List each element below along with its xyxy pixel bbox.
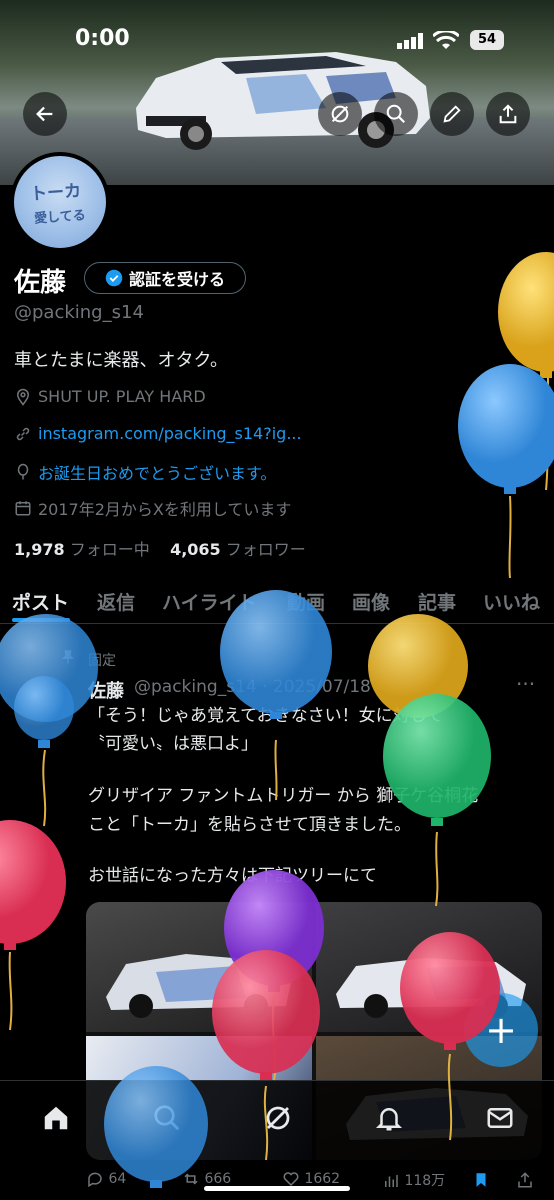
post-text-line-4: こと「トーカ」を貼らさせて頂きました。	[88, 815, 411, 835]
balloon-red-left	[0, 820, 66, 1031]
avatar-text-1: トーカ	[29, 181, 82, 205]
share-icon	[499, 104, 517, 124]
avatar[interactable]: トーカ 愛してる	[10, 152, 110, 252]
followers-link[interactable]: 4,065 フォロワー	[170, 540, 306, 559]
share-button[interactable]	[486, 92, 530, 136]
tab-articles[interactable]: 記事	[418, 588, 456, 615]
link-text[interactable]: instagram.com/packing_s14?ig...	[38, 424, 302, 443]
share-icon[interactable]	[516, 1170, 534, 1190]
tab-videos[interactable]: 動画	[287, 588, 325, 615]
home-icon[interactable]	[41, 1103, 71, 1133]
tab-replies[interactable]: 返信	[97, 588, 135, 615]
location-pin-icon	[16, 388, 30, 406]
followers-label: フォロワー	[225, 540, 306, 559]
post-text-line-5: お世話になった方々は下記ツリーにて	[88, 866, 377, 886]
signal-icon	[397, 33, 423, 49]
post-text-line-3: グリザイア ファントムトリガー から 獅子ケ谷桐花	[88, 786, 479, 806]
views-button[interactable]: 118万	[382, 1170, 445, 1190]
battery-indicator: 54	[470, 30, 504, 50]
get-verified-label: 認証を受ける	[128, 270, 225, 289]
following-count: 1,978	[14, 540, 65, 559]
following-link[interactable]: 1,978 フォロー中	[14, 540, 150, 559]
home-indicator[interactable]	[204, 1186, 350, 1191]
balloon-icon	[17, 463, 29, 480]
views-icon	[385, 1175, 398, 1187]
profile-location: SHUT UP. PLAY HARD	[14, 387, 206, 406]
back-button[interactable]	[23, 92, 67, 136]
status-bar: 0:00 54	[0, 0, 554, 60]
followers-count: 4,065	[170, 540, 221, 559]
tab-highlights[interactable]: ハイライト	[162, 588, 257, 615]
calendar-icon	[15, 501, 31, 516]
grok-button[interactable]	[318, 92, 362, 136]
tab-likes[interactable]: いいね	[483, 588, 540, 615]
repost-icon	[184, 1173, 198, 1185]
follow-stats: 1,978 フォロー中 4,065 フォロワー	[14, 536, 306, 560]
profile-joined: 2017年2月からXを利用しています	[14, 496, 291, 520]
reply-count: 64	[108, 1171, 127, 1187]
profile-bio: 車とたまに楽器、オタク。	[14, 350, 229, 371]
wifi-icon	[433, 31, 459, 49]
edit-button[interactable]	[430, 92, 474, 136]
back-arrow-icon	[36, 106, 53, 122]
post-more-menu[interactable]: ···	[516, 672, 535, 696]
balloon-yellow-right	[498, 252, 554, 491]
get-verified-button[interactable]: 認証を受ける	[84, 262, 246, 294]
search-button[interactable]	[374, 92, 418, 136]
balloon-blue-right	[458, 364, 554, 579]
grok-icon	[331, 105, 349, 123]
compose-fab[interactable]: +	[464, 993, 538, 1067]
post-author-name[interactable]: 佐藤	[88, 677, 124, 703]
profile-link[interactable]: instagram.com/packing_s14?ig...	[14, 424, 302, 443]
active-tab-indicator	[12, 618, 70, 622]
profile-handle: @packing_s14	[14, 302, 144, 323]
birthday-text: お誕生日おめでとうございます。	[38, 464, 277, 483]
edit-icon	[443, 105, 461, 123]
balloon-yellow-center	[368, 614, 468, 718]
bottom-nav	[0, 1080, 554, 1161]
status-time: 0:00	[75, 26, 130, 51]
pin-icon	[61, 650, 75, 664]
post-photo-1[interactable]	[86, 902, 312, 1032]
post-text-line-1: 「そう！じゃあ覚えておきなさい！女に対して	[88, 706, 444, 726]
tab-posts[interactable]: ポスト	[12, 588, 69, 615]
link-icon	[16, 427, 30, 440]
post-handle-date: @packing_s14 · 2025/07/18	[134, 677, 371, 697]
views-count: 118万	[404, 1173, 446, 1189]
profile-name: 佐藤	[14, 268, 67, 298]
search-icon	[386, 104, 406, 124]
verified-badge-icon	[105, 269, 123, 287]
like-count: 1662	[304, 1171, 341, 1187]
grok-icon[interactable]	[263, 1103, 293, 1133]
mail-icon[interactable]	[485, 1103, 515, 1133]
reply-icon	[88, 1172, 102, 1188]
pinned-label: 固定	[88, 653, 116, 669]
bookmark-icon[interactable]	[472, 1170, 490, 1190]
balloon-blue-left	[0, 614, 98, 827]
location-text: SHUT UP. PLAY HARD	[38, 387, 206, 406]
tabs-divider	[0, 623, 554, 624]
post-text-line-2: 〝可愛い〟は悪口よ」	[88, 734, 258, 754]
avatar-text-2: 愛してる	[33, 208, 87, 227]
bell-icon[interactable]	[374, 1103, 404, 1133]
repost-count: 666	[204, 1171, 232, 1187]
search-icon[interactable]	[152, 1103, 182, 1133]
tab-images[interactable]: 画像	[352, 588, 390, 615]
joined-text: 2017年2月からXを利用しています	[38, 500, 292, 519]
following-label: フォロー中	[69, 540, 150, 559]
profile-tabs: ポスト 返信 ハイライト 動画 画像 記事 いいね	[0, 580, 554, 622]
profile-birthday: お誕生日おめでとうございます。	[14, 460, 276, 484]
reply-button[interactable]: 64	[86, 1170, 126, 1188]
